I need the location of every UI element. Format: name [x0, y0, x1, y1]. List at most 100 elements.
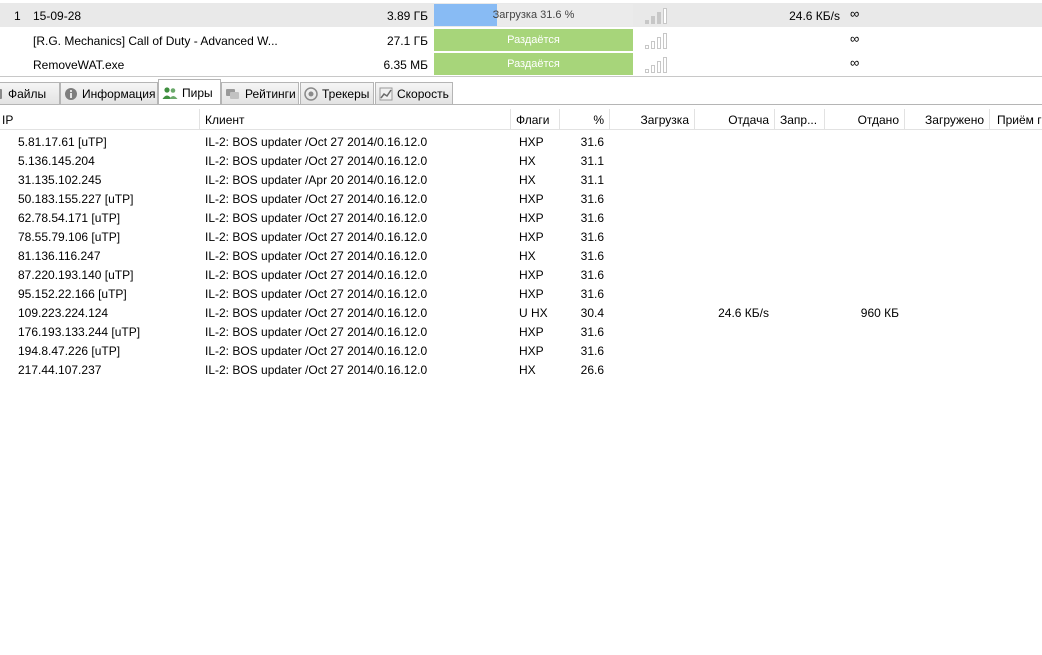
health-bar [657, 12, 661, 24]
health-bar [657, 61, 661, 73]
peer-flags: HXP [519, 192, 544, 206]
health-bar [651, 16, 655, 24]
torrent-size: 6.35 МБ [383, 58, 428, 72]
health-bars-icon [645, 33, 673, 49]
torrent-status-text: Раздаётся [507, 34, 560, 46]
peer-ip: 62.78.54.171 [uTP] [18, 211, 121, 225]
peer-client: IL-2: BOS updater /Oct 27 2014/0.16.12.0 [205, 135, 428, 149]
peer-flags: U HX [519, 306, 548, 320]
torrent-size: 3.89 ГБ [386, 9, 428, 23]
peer-row[interactable]: 176.193.133.244 [uTP] IL-2: BOS updater /… [0, 322, 1042, 341]
torrent-list: 1 15-09-28 3.89 ГБ Загрузка 31.6 % 24.6 … [0, 0, 1042, 76]
peer-row[interactable]: 62.78.54.171 [uTP] IL-2: BOS updater /Oct… [0, 208, 1042, 227]
peer-percent: 31.6 [580, 211, 604, 225]
peer-client: IL-2: BOS updater /Oct 27 2014/0.16.12.0 [205, 249, 428, 263]
peer-percent: 31.6 [580, 192, 604, 206]
column-divider [775, 109, 825, 130]
tab-speed[interactable]: Скорость [375, 82, 453, 105]
peer-ip: 176.193.133.244 [uTP] [18, 325, 141, 339]
peer-ip: 5.81.17.61 [uTP] [18, 135, 107, 149]
tab-info[interactable]: Информация [60, 82, 158, 105]
peer-row[interactable]: 81.136.116.247 IL-2: BOS updater /Oct 27 … [0, 246, 1042, 265]
health-bar [663, 33, 667, 49]
peer-row[interactable]: 5.81.17.61 [uTP] IL-2: BOS updater /Oct 2… [0, 132, 1042, 151]
peer-row[interactable]: 50.183.155.227 [uTP] IL-2: BOS updater /O… [0, 189, 1042, 208]
peer-client: IL-2: BOS updater /Oct 27 2014/0.16.12.0 [205, 344, 428, 358]
tab-label: Рейтинги [245, 86, 296, 101]
column-header-receive[interactable]: Приём г [997, 113, 1042, 127]
health-bar [663, 8, 667, 24]
torrent-row[interactable]: RemoveWAT.exe 6.35 МБ Раздаётся ∞ [0, 52, 1042, 76]
peer-row[interactable]: 95.152.22.166 [uTP] IL-2: BOS updater /Oc… [0, 284, 1042, 303]
torrent-row[interactable]: 1 15-09-28 3.89 ГБ Загрузка 31.6 % 24.6 … [0, 3, 1042, 27]
peer-flags: HXP [519, 135, 544, 149]
peer-percent: 31.6 [580, 268, 604, 282]
peer-client: IL-2: BOS updater /Apr 20 2014/0.16.12.0 [205, 173, 428, 187]
speed-icon [379, 87, 393, 100]
torrent-status-text: Загрузка 31.6 % [492, 9, 575, 21]
health-bar [645, 45, 649, 49]
peer-ip: 109.223.224.124 [18, 306, 109, 320]
tab-trackers[interactable]: Трекеры [300, 82, 374, 105]
peer-client: IL-2: BOS updater /Oct 27 2014/0.16.12.0 [205, 268, 428, 282]
peer-flags: HXP [519, 344, 544, 358]
peer-ip: 217.44.107.237 [18, 363, 102, 377]
column-divider [905, 109, 990, 130]
tab-label: Пиры [182, 85, 213, 100]
column-divider [610, 109, 695, 130]
health-bars-icon [645, 57, 673, 73]
peer-row[interactable]: 31.135.102.245 IL-2: BOS updater /Apr 20 … [0, 170, 1042, 189]
peers-icon [162, 86, 178, 99]
peer-row[interactable]: 217.44.107.237 IL-2: BOS updater /Oct 27 … [0, 360, 1042, 379]
torrent-queue-number: 1 [14, 9, 21, 23]
column-divider [825, 109, 905, 130]
torrent-download-speed: 24.6 КБ/s [789, 9, 840, 23]
peer-flags: HXP [519, 230, 544, 244]
peer-percent: 31.6 [580, 287, 604, 301]
column-divider [200, 109, 511, 130]
health-bar [651, 41, 655, 49]
peer-flags: HXP [519, 211, 544, 225]
column-divider [560, 109, 610, 130]
tab-ratings[interactable]: Рейтинги [221, 82, 299, 105]
peer-row[interactable]: 87.220.193.140 [uTP] IL-2: BOS updater /O… [0, 265, 1042, 284]
peer-uploaded: 960 КБ [860, 306, 899, 320]
ratings-icon [226, 88, 239, 99]
peer-client: IL-2: BOS updater /Oct 27 2014/0.16.12.0 [205, 287, 428, 301]
peer-row[interactable]: 194.8.47.226 [uTP] IL-2: BOS updater /Oct… [0, 341, 1042, 360]
tab-peers[interactable]: Пиры [158, 79, 221, 105]
peer-flags: HX [519, 154, 536, 168]
peer-ip: 87.220.193.140 [uTP] [18, 268, 134, 282]
tabs-baseline [0, 104, 1042, 105]
peer-percent: 31.6 [580, 230, 604, 244]
peer-row[interactable]: 78.55.79.106 [uTP] IL-2: BOS updater /Oct… [0, 227, 1042, 246]
health-bar [651, 65, 655, 73]
torrent-ratio: ∞ [850, 31, 860, 46]
peer-row[interactable]: 109.223.224.124 IL-2: BOS updater /Oct 27… [0, 303, 1042, 322]
torrent-status-bar: Раздаётся [434, 53, 633, 75]
peer-percent: 31.6 [580, 249, 604, 263]
torrent-name: RemoveWAT.exe [33, 58, 125, 72]
peer-client: IL-2: BOS updater /Oct 27 2014/0.16.12.0 [205, 192, 428, 206]
peer-flags: HXP [519, 287, 544, 301]
health-bar [645, 69, 649, 73]
tab-label: Скорость [397, 86, 449, 101]
torrent-name: 15-09-28 [33, 9, 82, 23]
detail-tabs: Файлы Информация Пиры Рейтинги Трекеры С… [0, 79, 1042, 105]
peer-percent: 26.6 [580, 363, 604, 377]
info-icon [65, 87, 77, 100]
tab-files[interactable]: Файлы [0, 82, 60, 105]
peer-percent: 31.1 [580, 173, 604, 187]
peer-percent: 30.4 [580, 306, 604, 320]
torrent-status-text: Раздаётся [507, 58, 560, 70]
column-divider [0, 109, 200, 130]
torrent-ratio: ∞ [850, 55, 860, 70]
peers-table-header: IP Клиент Флаги % Загрузка Отдача Запр..… [0, 109, 1042, 130]
peer-ip: 31.135.102.245 [18, 173, 102, 187]
peer-flags: HXP [519, 325, 544, 339]
trackers-icon [304, 86, 318, 101]
peer-row[interactable]: 5.136.145.204 IL-2: BOS updater /Oct 27 2… [0, 151, 1042, 170]
peer-ip: 81.136.116.247 [18, 249, 101, 263]
peer-percent: 31.1 [580, 154, 604, 168]
torrent-row[interactable]: [R.G. Mechanics] Call of Duty - Advanced… [0, 28, 1042, 52]
